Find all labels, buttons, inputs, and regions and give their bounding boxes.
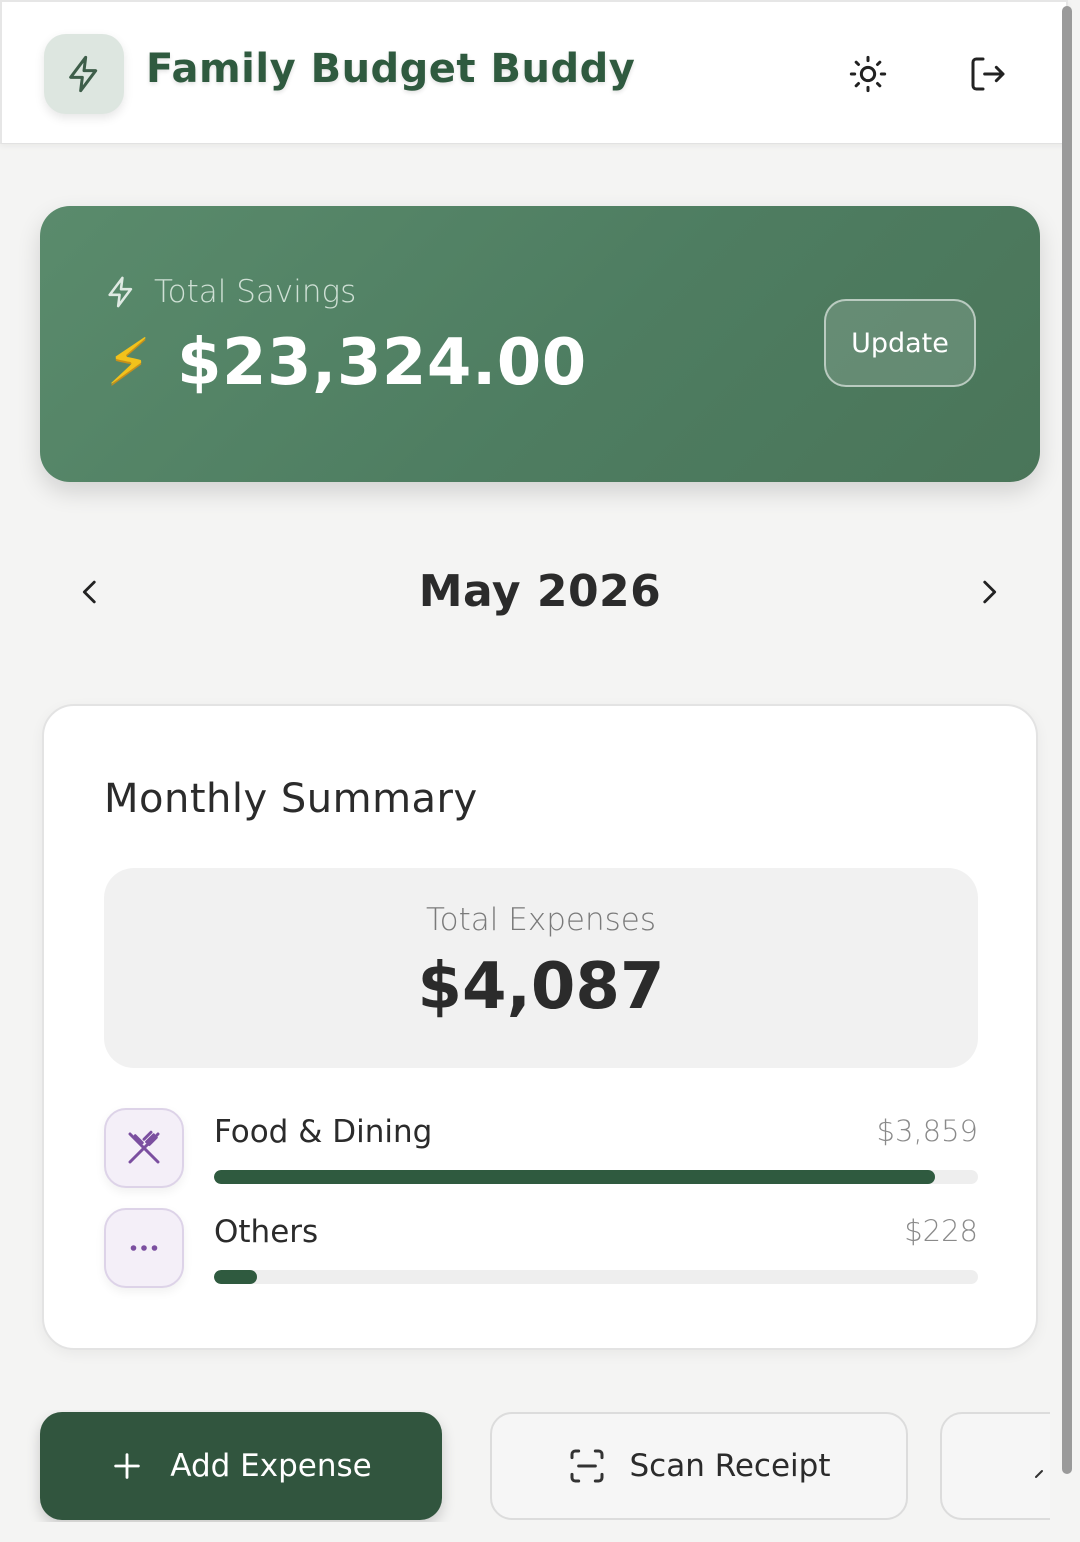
page-scrollbar[interactable] xyxy=(1062,6,1072,1474)
chevron-left-icon xyxy=(82,580,96,604)
total-expenses-amount: $4,087 xyxy=(417,950,665,1024)
more-dots-icon xyxy=(130,1245,158,1251)
category-progress-fill xyxy=(214,1170,936,1184)
more-actions-button[interactable] xyxy=(940,1412,1050,1520)
app-title: Family Budget Buddy xyxy=(146,46,636,92)
category-row-food-dining[interactable]: Food & Dining $3,859 xyxy=(104,1108,978,1188)
update-savings-button[interactable]: Update xyxy=(824,299,976,387)
add-expense-button[interactable]: Add Expense xyxy=(40,1412,442,1520)
total-expenses-box: Total Expenses $4,087 xyxy=(104,868,978,1068)
category-name: Others xyxy=(214,1214,319,1250)
category-amount: $3,859 xyxy=(876,1114,978,1148)
scan-icon xyxy=(570,1449,604,1483)
lightning-emoji-icon: ⚡ xyxy=(106,326,151,400)
category-progress-track xyxy=(214,1270,978,1284)
category-progress-track xyxy=(214,1170,978,1184)
savings-label: Total Savings xyxy=(154,274,357,310)
category-row-others[interactable]: Others $228 xyxy=(104,1208,978,1288)
savings-card: Total Savings ⚡ $23,324.00 Update xyxy=(40,206,1040,482)
chevron-right-icon xyxy=(983,580,997,604)
add-expense-label: Add Expense xyxy=(170,1448,372,1484)
month-label: May 2026 xyxy=(418,566,662,617)
utensils-crossed-icon xyxy=(128,1130,160,1164)
logout-icon xyxy=(971,57,1005,91)
monthly-summary-card: Monthly Summary Total Expenses $4,087 Fo… xyxy=(42,704,1038,1350)
scan-receipt-label: Scan Receipt xyxy=(629,1448,831,1484)
scan-receipt-button[interactable]: Scan Receipt xyxy=(490,1412,908,1520)
savings-amount: $23,324.00 xyxy=(176,326,587,400)
bottom-actions: Add Expense Scan Receipt xyxy=(0,1410,1050,1522)
bolt-icon xyxy=(108,276,133,308)
category-progress-fill xyxy=(214,1270,257,1284)
chevron-up-icon xyxy=(1035,1470,1043,1478)
month-navigation: May 2026 xyxy=(60,560,1020,624)
next-month-button[interactable] xyxy=(965,568,1013,616)
plus-icon xyxy=(114,1453,141,1479)
sun-icon xyxy=(849,55,887,93)
logout-button[interactable] xyxy=(964,50,1012,98)
previous-month-button[interactable] xyxy=(66,568,114,616)
category-amount: $228 xyxy=(904,1214,978,1248)
app-header: Family Budget Buddy xyxy=(0,0,1068,144)
summary-title: Monthly Summary xyxy=(104,776,478,822)
theme-toggle-button[interactable] xyxy=(844,50,892,98)
bolt-icon xyxy=(69,55,98,93)
total-expenses-label: Total Expenses xyxy=(426,902,656,938)
category-name: Food & Dining xyxy=(214,1114,433,1150)
savings-value-row: ⚡ $23,324.00 xyxy=(106,326,587,400)
app-logo xyxy=(44,34,124,114)
category-icon xyxy=(104,1208,184,1288)
savings-label-row: Total Savings xyxy=(104,274,356,310)
category-icon xyxy=(104,1108,184,1188)
